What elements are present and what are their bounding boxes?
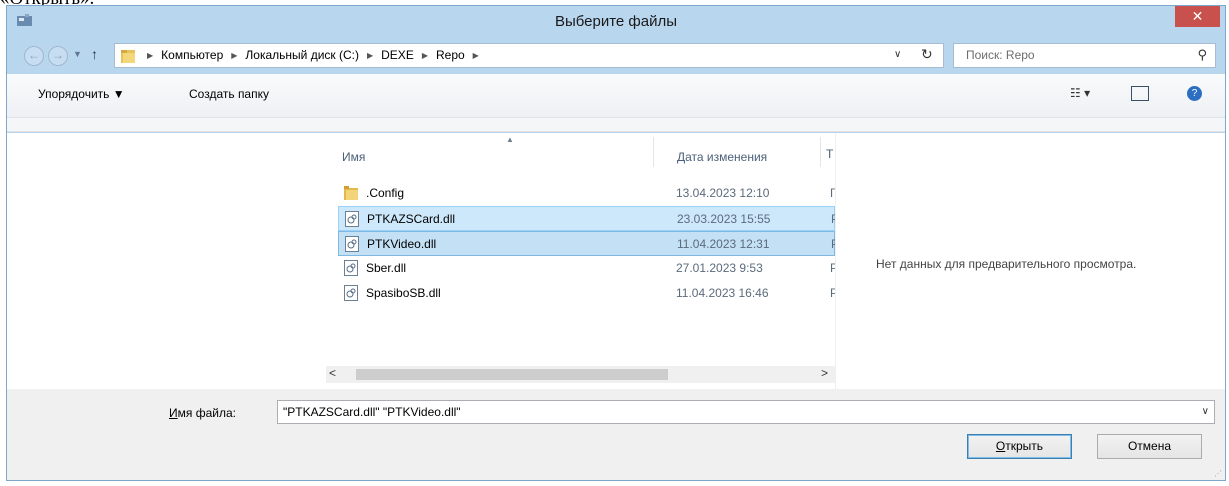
forward-button[interactable]: → xyxy=(48,46,68,66)
open-button-label: ткрыть xyxy=(1005,439,1044,453)
file-date: 11.04.2023 16:46 xyxy=(676,286,769,300)
address-history-dropdown[interactable]: ∨ xyxy=(894,49,901,60)
chevron-right-icon[interactable]: ▶ xyxy=(422,51,428,60)
preview-pane-button[interactable] xyxy=(1131,86,1149,101)
address-row: ← → ▼ ↑ ▶ Компьютер ▶ Локальный диск (C:) ▶ D… xyxy=(7,37,1225,74)
search-box[interactable]: Поиск: Repo ⚲ xyxy=(953,43,1216,68)
dll-file-icon xyxy=(344,285,358,301)
file-name: Sber.dll xyxy=(366,261,407,275)
search-input[interactable]: Поиск: Repo xyxy=(966,48,1035,62)
file-row-selected[interactable]: PTKAZSCard.dll 23.03.2023 15:55 Р xyxy=(338,206,839,231)
folder-icon xyxy=(344,186,358,200)
change-view-button[interactable]: ☷ ▾ xyxy=(1070,86,1090,100)
breadcrumb-item-dexe[interactable]: DEXE xyxy=(381,48,414,62)
column-type-header[interactable]: Т xyxy=(826,147,833,161)
scrollbar-thumb[interactable] xyxy=(356,369,668,380)
folder-icon xyxy=(121,50,135,63)
column-name-header[interactable]: Имя xyxy=(342,150,365,164)
help-icon[interactable]: ? xyxy=(1187,86,1202,101)
close-button[interactable]: ✕ xyxy=(1175,6,1220,27)
bottom-panel: Имя файла: "PTKAZSCard.dll" "PTKVideo.dl… xyxy=(7,389,1225,480)
open-button-accesskey: О xyxy=(995,439,1006,453)
filename-input[interactable]: "PTKAZSCard.dll" "PTKVideo.dll" ∨ xyxy=(277,400,1215,424)
file-date: 13.04.2023 12:10 xyxy=(676,186,770,200)
file-open-dialog: Выберите файлы ✕ ← → ▼ ↑ ▶ Компьютер ▶ Лока… xyxy=(6,5,1226,481)
resize-grip-icon[interactable]: ⋰ xyxy=(1214,469,1222,478)
scroll-right-icon[interactable]: > xyxy=(821,366,828,380)
chevron-right-icon: ▶ xyxy=(147,51,154,60)
dll-file-icon xyxy=(345,236,359,252)
chevron-down-icon[interactable]: ∨ xyxy=(1202,406,1209,417)
file-row[interactable]: SpasiboSB.dll 11.04.2023 16:46 Р xyxy=(338,281,838,306)
file-date: 27.01.2023 9:53 xyxy=(676,261,763,275)
file-name: SpasiboSB.dll xyxy=(366,286,441,300)
column-divider[interactable] xyxy=(653,137,654,167)
file-row[interactable]: Sber.dll 27.01.2023 9:53 Р xyxy=(338,256,838,281)
filename-label-accesskey: И xyxy=(169,406,178,420)
column-header: ▲ Имя Дата изменения Т xyxy=(318,133,835,168)
address-bar[interactable]: ▶ Компьютер ▶ Локальный диск (C:) ▶ DEXE ▶ Repo… xyxy=(114,43,944,68)
dll-file-icon xyxy=(344,260,358,276)
file-name: .Config xyxy=(366,186,405,200)
cancel-button[interactable]: Отмена xyxy=(1097,434,1202,459)
chevron-right-icon[interactable]: ▶ xyxy=(367,51,373,60)
new-folder-button[interactable]: Создать папку xyxy=(189,87,269,101)
breadcrumb: ▶ Компьютер ▶ Локальный диск (C:) ▶ DEXE ▶ Repo… xyxy=(139,48,487,62)
no-preview-message: Нет данных для предварительного просмотр… xyxy=(876,257,1137,271)
open-button[interactable]: Открыть xyxy=(967,434,1072,459)
filename-label: Имя файла: xyxy=(169,406,236,420)
breadcrumb-item-computer[interactable]: Компьютер xyxy=(161,48,223,62)
content-area: ▲ Имя Дата изменения Т .Config 13.04.202… xyxy=(7,133,1225,389)
recent-locations-dropdown[interactable]: ▼ xyxy=(73,49,82,59)
breadcrumb-item-local-disk[interactable]: Локальный диск (C:) xyxy=(245,48,359,62)
breadcrumb-item-repo[interactable]: Repo xyxy=(436,48,465,62)
file-date: 23.03.2023 15:55 xyxy=(677,212,771,226)
file-list[interactable]: ▲ Имя Дата изменения Т .Config 13.04.202… xyxy=(318,133,839,389)
toolbar: Упорядочить ▼ Создать папку ☷ ▾ ? xyxy=(7,74,1225,132)
horizontal-scrollbar[interactable]: < > xyxy=(326,366,835,383)
refresh-button[interactable]: ↻ xyxy=(921,46,933,63)
dll-file-icon xyxy=(345,211,359,227)
file-name: PTKAZSCard.dll xyxy=(367,212,456,226)
navigation-pane[interactable] xyxy=(7,133,318,389)
file-row[interactable]: .Config 13.04.2023 12:10 Г xyxy=(338,181,837,206)
column-divider[interactable] xyxy=(820,137,821,167)
chevron-right-icon[interactable]: ▶ xyxy=(473,51,479,60)
chevron-right-icon[interactable]: ▶ xyxy=(231,51,237,60)
window-title: Выберите файлы xyxy=(554,13,678,30)
preview-pane: Нет данных для предварительного просмотр… xyxy=(835,133,1225,389)
organize-button[interactable]: Упорядочить ▼ xyxy=(38,87,125,101)
up-folder-button[interactable]: ↑ xyxy=(91,46,98,62)
title-bar: Выберите файлы ✕ xyxy=(7,6,1225,37)
file-name: PTKVideo.dll xyxy=(367,237,437,251)
scroll-left-icon[interactable]: < xyxy=(329,366,336,380)
filename-label-text: мя файла: xyxy=(177,406,236,420)
file-date: 11.04.2023 12:31 xyxy=(677,237,770,251)
filename-value[interactable]: "PTKAZSCard.dll" "PTKVideo.dll" xyxy=(283,405,461,419)
column-date-header[interactable]: Дата изменения xyxy=(677,150,767,164)
search-icon[interactable]: ⚲ xyxy=(1197,47,1207,63)
file-row-selected[interactable]: PTKVideo.dll 11.04.2023 12:31 Р xyxy=(338,231,839,256)
sort-arrow-icon: ▲ xyxy=(506,135,514,144)
toolbar-bar: Упорядочить ▼ Создать папку ☷ ▾ ? xyxy=(7,74,1225,118)
back-button[interactable]: ← xyxy=(24,46,44,66)
